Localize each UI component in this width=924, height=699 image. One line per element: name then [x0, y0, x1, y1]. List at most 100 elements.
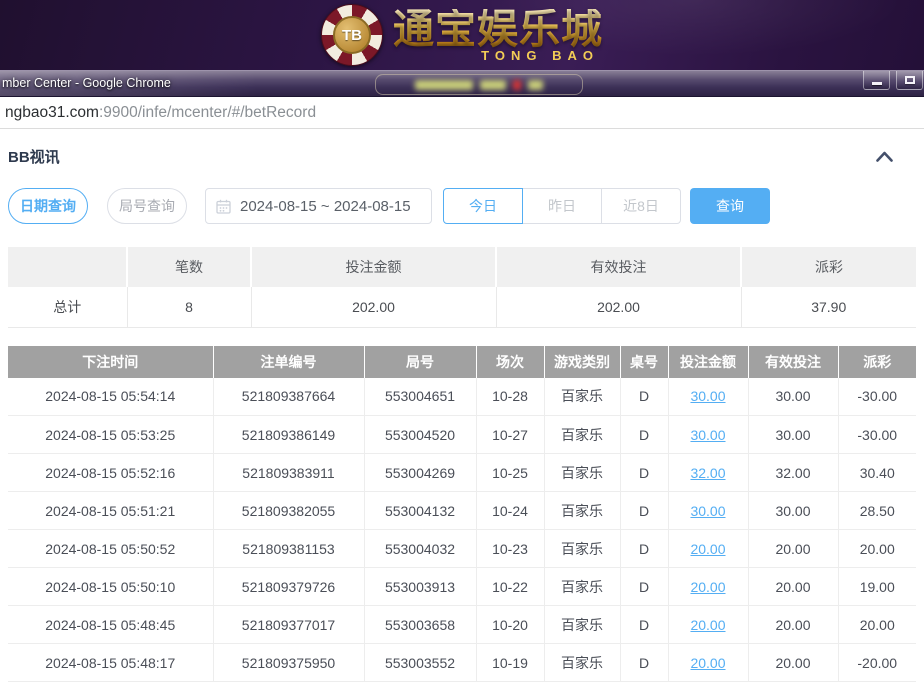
bet-amount-link[interactable]: 20.00 — [690, 655, 725, 671]
bets-column-header: 有效投注 — [748, 346, 838, 378]
bet-cell-session: 10-24 — [476, 492, 544, 530]
bet-cell-table: D — [620, 492, 668, 530]
bet-row: 2024-08-15 05:50:10521809379726553003913… — [8, 568, 916, 606]
bet-cell-time: 2024-08-15 05:54:14 — [8, 378, 213, 416]
summary-cell: 202.00 — [251, 287, 496, 327]
bet-cell-table: D — [620, 378, 668, 416]
casino-chip-icon: TB — [321, 4, 383, 66]
logo-text: 通宝娱乐城 TONG BAO — [393, 9, 603, 62]
bet-amount-link[interactable]: 30.00 — [690, 388, 725, 404]
bet-record-page: BB视讯 日期查询 局号查询 2024-08-15 ~ 2024-08-15 今… — [0, 129, 924, 682]
bet-amount-link[interactable]: 32.00 — [690, 465, 725, 481]
bet-row: 2024-08-15 05:53:25521809386149553004520… — [8, 416, 916, 454]
bet-cell-time: 2024-08-15 05:48:17 — [8, 644, 213, 682]
quick-range-group: 今日 昨日 近8日 — [443, 188, 681, 224]
window-controls — [863, 71, 923, 90]
bets-column-header: 场次 — [476, 346, 544, 378]
bet-cell-table: D — [620, 644, 668, 682]
bet-cell-bet-id: 521809383911 — [213, 454, 364, 492]
search-button[interactable]: 查询 — [690, 188, 770, 224]
bet-amount-link[interactable]: 20.00 — [690, 617, 725, 633]
bet-amount-link[interactable]: 30.00 — [690, 427, 725, 443]
bet-cell-round-id: 553003913 — [364, 568, 476, 606]
bet-cell-session: 10-27 — [476, 416, 544, 454]
bet-cell-session: 10-19 — [476, 644, 544, 682]
date-range-picker[interactable]: 2024-08-15 ~ 2024-08-15 — [205, 188, 432, 224]
bet-cell-table: D — [620, 568, 668, 606]
bets-header-row: 下注时间注单编号局号场次游戏类别桌号投注金额有效投注派彩 — [8, 346, 916, 378]
bets-column-header: 下注时间 — [8, 346, 213, 378]
minimize-button[interactable] — [863, 71, 890, 90]
summary-cell: 总计 — [8, 287, 127, 327]
bet-cell-time: 2024-08-15 05:53:25 — [8, 416, 213, 454]
blurred-text-blob — [415, 80, 473, 90]
bet-cell-game: 百家乐 — [544, 530, 620, 568]
maximize-icon — [905, 76, 915, 84]
bet-row: 2024-08-15 05:51:21521809382055553004132… — [8, 492, 916, 530]
bet-amount-link[interactable]: 30.00 — [690, 503, 725, 519]
bet-cell-round-id: 553004520 — [364, 416, 476, 454]
bet-cell-bet-id: 521809386149 — [213, 416, 364, 454]
summary-total-row: 总计8202.00202.0037.90 — [8, 287, 916, 327]
today-button[interactable]: 今日 — [443, 188, 523, 224]
bet-cell-amount: 32.00 — [668, 454, 748, 492]
bet-cell-valid: 20.00 — [748, 568, 838, 606]
bet-cell-table: D — [620, 530, 668, 568]
chip-monogram: TB — [333, 16, 371, 54]
collapse-section-button[interactable] — [875, 150, 894, 163]
bet-cell-bet-id: 521809377017 — [213, 606, 364, 644]
bet-cell-amount: 30.00 — [668, 378, 748, 416]
url-host: ngbao31.com — [5, 104, 99, 122]
bet-cell-amount: 30.00 — [668, 492, 748, 530]
yesterday-button[interactable]: 昨日 — [522, 188, 602, 224]
maximize-button[interactable] — [896, 71, 923, 90]
bet-cell-round-id: 553004132 — [364, 492, 476, 530]
window-titlebar: mber Center - Google Chrome — [0, 70, 924, 97]
bet-cell-bet-id: 521809381153 — [213, 530, 364, 568]
bet-row: 2024-08-15 05:52:16521809383911553004269… — [8, 454, 916, 492]
last-8-days-button[interactable]: 近8日 — [601, 188, 681, 224]
bet-cell-valid: 20.00 — [748, 606, 838, 644]
blurred-balance-box — [375, 74, 583, 95]
address-bar[interactable]: ngbao31.com:9900/infe/mcenter/#/betRecor… — [0, 97, 924, 129]
bet-cell-amount: 20.00 — [668, 606, 748, 644]
bet-row: 2024-08-15 05:48:45521809377017553003658… — [8, 606, 916, 644]
bet-cell-amount: 20.00 — [668, 568, 748, 606]
bet-amount-link[interactable]: 20.00 — [690, 579, 725, 595]
bet-amount-link[interactable]: 20.00 — [690, 541, 725, 557]
summary-table: 笔数投注金额有效投注派彩 总计8202.00202.0037.90 — [8, 247, 916, 328]
filter-toolbar: 日期查询 局号查询 2024-08-15 ~ 2024-08-15 今日 昨日 … — [8, 188, 916, 224]
bet-cell-valid: 30.00 — [748, 492, 838, 530]
window-title: mber Center - Google Chrome — [2, 76, 171, 90]
bet-cell-valid: 30.00 — [748, 416, 838, 454]
bet-cell-bet-id: 521809379726 — [213, 568, 364, 606]
bet-cell-payout: -20.00 — [838, 644, 916, 682]
page-title: BB视讯 — [8, 146, 60, 167]
summary-cell: 8 — [127, 287, 251, 327]
bets-column-header: 局号 — [364, 346, 476, 378]
bet-cell-payout: 28.50 — [838, 492, 916, 530]
section-header: BB视讯 — [8, 129, 916, 166]
blurred-text-blob — [528, 80, 543, 90]
bet-cell-round-id: 553003552 — [364, 644, 476, 682]
bet-cell-bet-id: 521809387664 — [213, 378, 364, 416]
bet-row: 2024-08-15 05:50:52521809381153553004032… — [8, 530, 916, 568]
bets-column-header: 派彩 — [838, 346, 916, 378]
bet-cell-session: 10-23 — [476, 530, 544, 568]
bets-column-header: 注单编号 — [213, 346, 364, 378]
bet-records-table: 下注时间注单编号局号场次游戏类别桌号投注金额有效投注派彩 2024-08-15 … — [8, 346, 916, 683]
date-query-tab[interactable]: 日期查询 — [8, 188, 88, 224]
bet-cell-time: 2024-08-15 05:50:10 — [8, 568, 213, 606]
bets-column-header: 桌号 — [620, 346, 668, 378]
bets-column-header: 游戏类别 — [544, 346, 620, 378]
site-logo: TB 通宝娱乐城 TONG BAO — [0, 4, 924, 66]
summary-cell: 202.00 — [496, 287, 741, 327]
summary-column-header: 有效投注 — [496, 247, 741, 287]
url-path: :9900/infe/mcenter/#/betRecord — [99, 104, 316, 122]
bet-cell-payout: 20.00 — [838, 606, 916, 644]
chevron-up-icon — [875, 150, 894, 163]
round-query-tab[interactable]: 局号查询 — [107, 188, 187, 224]
bet-cell-session: 10-22 — [476, 568, 544, 606]
summary-column-header — [8, 247, 127, 287]
summary-column-header: 派彩 — [741, 247, 916, 287]
